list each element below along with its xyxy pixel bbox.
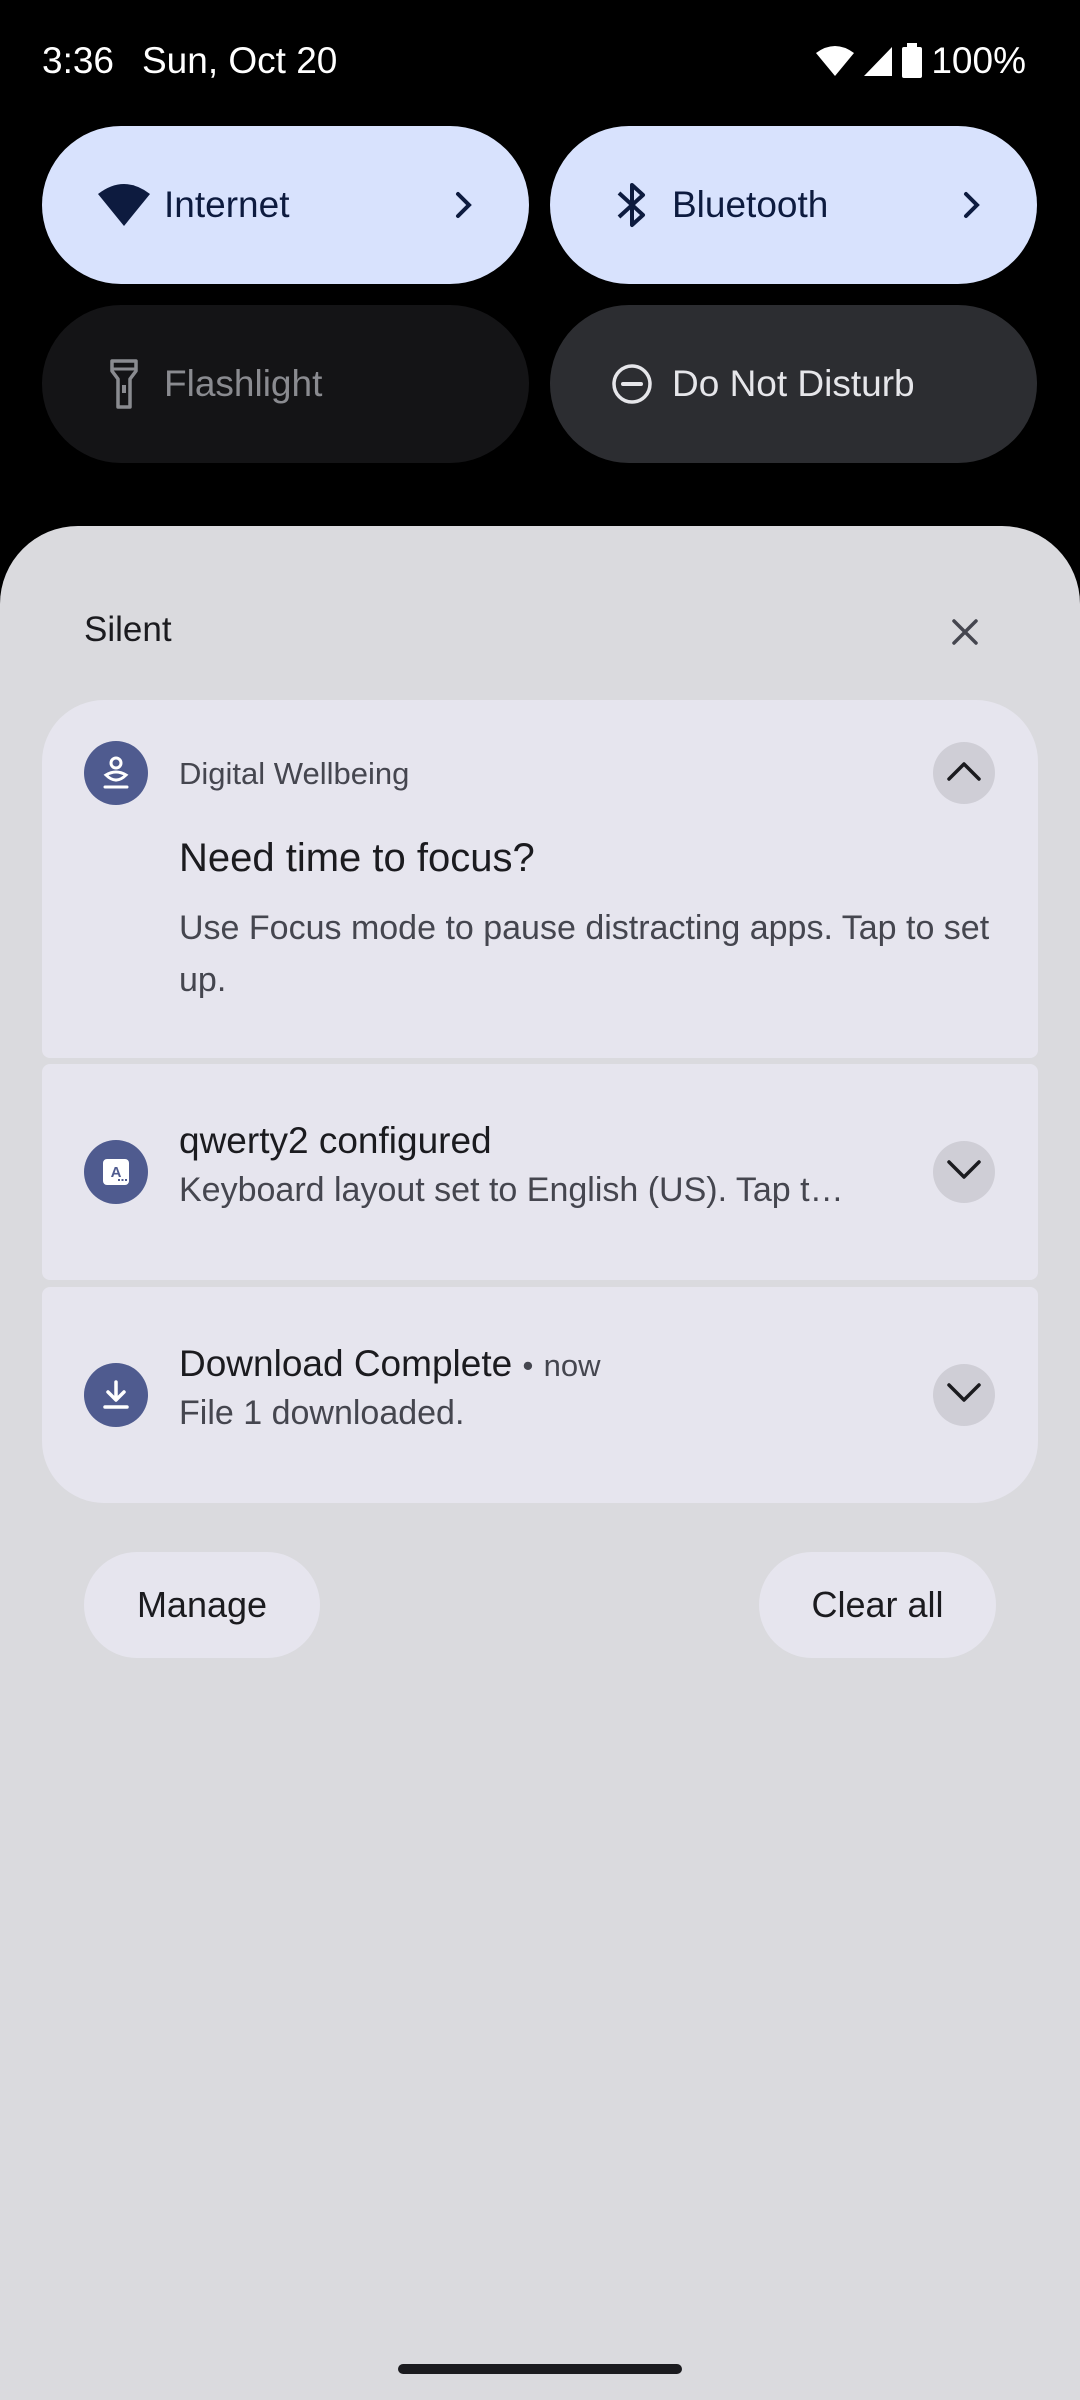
notification-title: Download Complete xyxy=(179,1343,513,1384)
status-bar: 3:36 Sun, Oct 20 100% xyxy=(0,0,1080,124)
wifi-icon xyxy=(95,176,153,234)
svg-text:A: A xyxy=(111,1164,122,1181)
home-gesture-bar[interactable] xyxy=(398,2364,682,2374)
notification-shade-screen: 3:36 Sun, Oct 20 100% Internet Bluetooth… xyxy=(0,0,1080,2400)
chevron-down-icon xyxy=(946,1159,982,1186)
close-icon[interactable] xyxy=(943,610,987,654)
section-title-silent: Silent xyxy=(84,610,172,649)
notification-text: Keyboard layout set to English (US). Tap… xyxy=(179,1171,844,1209)
notification-text: Use Focus mode to pause distracting apps… xyxy=(179,909,990,999)
notification-digital-wellbeing[interactable]: Digital Wellbeing Need time to focus? Us… xyxy=(42,700,1038,1058)
expand-button[interactable] xyxy=(933,1364,995,1426)
tile-label: Flashlight xyxy=(164,363,323,404)
tile-label: Do Not Disturb xyxy=(672,363,915,404)
tile-internet[interactable]: Internet xyxy=(42,126,529,284)
tile-flashlight[interactable]: Flashlight xyxy=(42,305,529,463)
wifi-signal-icon xyxy=(815,45,855,77)
notification-title: Need time to focus? xyxy=(179,836,535,880)
do-not-disturb-icon xyxy=(603,355,661,413)
bluetooth-icon xyxy=(603,176,661,234)
notification-title: qwerty2 configured xyxy=(179,1120,492,1161)
notification-group: Digital Wellbeing Need time to focus? Us… xyxy=(42,700,1038,1503)
notification-time: now xyxy=(543,1348,601,1383)
wellbeing-icon xyxy=(84,741,148,805)
app-name: Digital Wellbeing xyxy=(179,756,410,791)
tile-label: Bluetooth xyxy=(672,184,829,225)
keyboard-icon: A xyxy=(84,1140,148,1204)
notification-text: File 1 downloaded. xyxy=(179,1394,465,1432)
status-icons: 100% xyxy=(815,40,1026,82)
clear-all-button[interactable]: Clear all xyxy=(759,1552,996,1658)
chevron-right-icon xyxy=(957,190,987,220)
status-time: 3:36 xyxy=(42,40,115,81)
tile-label: Internet xyxy=(164,184,290,225)
notification-title-row: Download Complete • now xyxy=(179,1343,600,1385)
manage-button[interactable]: Manage xyxy=(84,1552,320,1658)
flashlight-icon xyxy=(95,355,153,413)
battery-percent: 100% xyxy=(931,40,1026,81)
notification-separator: • xyxy=(522,1348,534,1383)
cell-signal-icon xyxy=(863,45,893,77)
chevron-up-icon xyxy=(946,760,982,787)
battery-icon xyxy=(901,43,923,79)
tile-bluetooth[interactable]: Bluetooth xyxy=(550,126,1037,284)
notification-keyboard-configured[interactable]: A qwerty2 configured Keyboard layout set… xyxy=(42,1064,1038,1280)
expand-button[interactable] xyxy=(933,1141,995,1203)
download-icon xyxy=(84,1363,148,1427)
status-date: Sun, Oct 20 xyxy=(142,40,338,81)
chevron-right-icon xyxy=(449,190,479,220)
chevron-down-icon xyxy=(946,1382,982,1409)
collapse-button[interactable] xyxy=(933,742,995,804)
notification-download-complete[interactable]: Download Complete • now File 1 downloade… xyxy=(42,1287,1038,1503)
tile-do-not-disturb[interactable]: Do Not Disturb xyxy=(550,305,1037,463)
notification-panel: Silent Digital Wellbeing Need time to fo… xyxy=(0,526,1080,2400)
